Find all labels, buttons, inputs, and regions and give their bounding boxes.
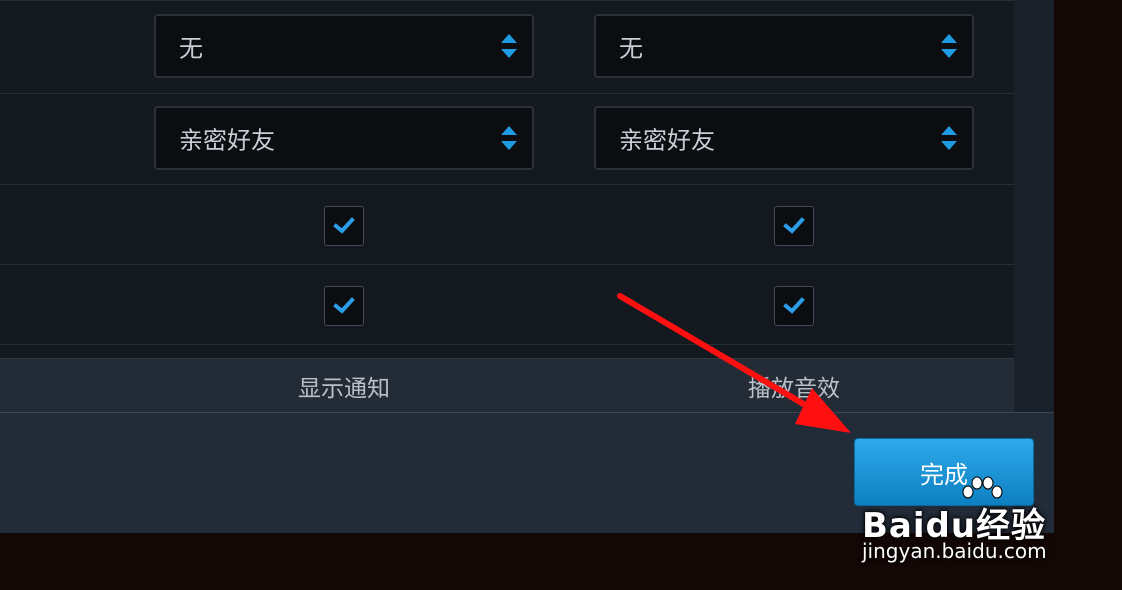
sound-select-show[interactable]: 无 bbox=[594, 14, 974, 78]
select-value: 亲密好友 bbox=[619, 126, 715, 155]
checkmark-icon bbox=[333, 217, 355, 234]
checkmark-icon bbox=[333, 297, 355, 314]
up-down-arrows-icon bbox=[501, 34, 517, 58]
column-header-show-notification: 显示通知 bbox=[298, 376, 390, 402]
notification-select-friends[interactable]: 亲密好友 bbox=[154, 106, 534, 170]
done-button[interactable]: 完成 bbox=[854, 438, 1034, 506]
up-down-arrows-icon bbox=[501, 126, 517, 150]
up-down-arrows-icon bbox=[941, 34, 957, 58]
table-row: 亲密好友 亲密好友 bbox=[0, 93, 1014, 185]
checkmark-icon bbox=[783, 297, 805, 314]
sound-select-friends[interactable]: 亲密好友 bbox=[594, 106, 974, 170]
sound-checkbox[interactable] bbox=[774, 286, 814, 326]
notification-checkbox[interactable] bbox=[324, 286, 364, 326]
table-row bbox=[0, 265, 1014, 345]
select-value: 亲密好友 bbox=[179, 126, 275, 155]
select-value: 无 bbox=[619, 34, 643, 63]
up-down-arrows-icon bbox=[941, 126, 957, 150]
settings-screen: 无 无 亲密好友 亲密好友 显示通知 播放音效 完成 Baidu经验 jingy… bbox=[0, 0, 1122, 590]
column-header-row: 显示通知 播放音效 bbox=[0, 358, 1014, 413]
notification-checkbox[interactable] bbox=[324, 206, 364, 246]
select-value: 无 bbox=[179, 34, 203, 63]
notification-select-show[interactable]: 无 bbox=[154, 14, 534, 78]
watermark-url: jingyan.baidu.com bbox=[862, 539, 1047, 563]
table-row: 无 无 bbox=[0, 0, 1014, 94]
scrollbar-track[interactable] bbox=[1014, 0, 1054, 412]
column-header-play-sound: 播放音效 bbox=[748, 376, 840, 402]
checkmark-icon bbox=[783, 217, 805, 234]
table-row bbox=[0, 185, 1014, 265]
sound-checkbox[interactable] bbox=[774, 206, 814, 246]
settings-table: 无 无 亲密好友 亲密好友 显示通知 播放音效 bbox=[0, 0, 1014, 413]
